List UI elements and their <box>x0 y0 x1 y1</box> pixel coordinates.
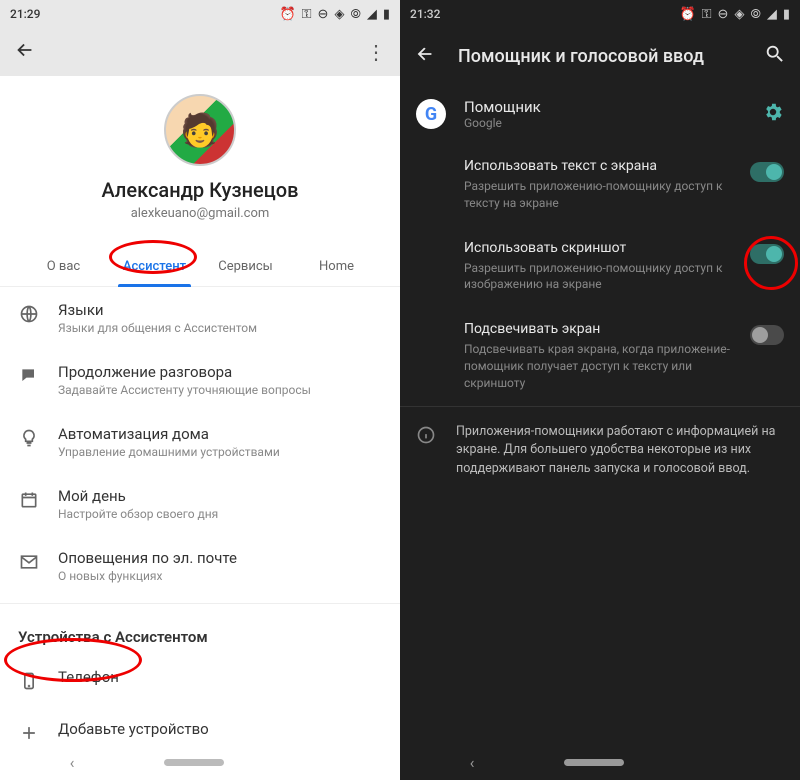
status-bar: 21:29 ⏰ ⚿ ⊖ ◈ ⦾ ◢ ▮ <box>0 0 400 28</box>
back-button[interactable] <box>14 39 36 65</box>
item-email-notifications[interactable]: Оповещения по эл. почте О новых функциях <box>0 535 400 597</box>
clock: 21:32 <box>410 7 440 21</box>
setting-title: Подсвечивать экран <box>464 321 738 337</box>
nav-home-pill[interactable] <box>164 759 224 766</box>
nav-bar: ‹ <box>400 744 800 780</box>
google-logo-icon: G <box>416 99 446 129</box>
avatar[interactable]: 🧑 <box>164 94 236 166</box>
setting-use-screenshot[interactable]: Использовать скриншот Разрешить приложен… <box>400 226 800 308</box>
search-button[interactable] <box>764 43 786 69</box>
wifi-icon: ◈ <box>334 7 344 22</box>
item-sub: Управление домашними устройствами <box>58 445 382 459</box>
setting-sub: Подсвечивать края экрана, когда приложен… <box>464 341 738 391</box>
setting-highlight-screen[interactable]: Подсвечивать экран Подсвечивать края экр… <box>400 307 800 405</box>
setting-sub: Разрешить приложению-помощнику доступ к … <box>464 260 738 294</box>
assistant-app-item[interactable]: G Помощник Google <box>400 84 800 144</box>
item-title: Оповещения по эл. почте <box>58 549 382 567</box>
status-icons: ⏰ ⚿ ⊖ ◈ ⦾ ◢ ▮ <box>679 7 790 22</box>
status-bar: 21:32 ⏰ ⚿ ⊖ ◈ ⦾ ◢ ▮ <box>400 0 800 28</box>
back-button[interactable] <box>414 43 436 69</box>
device-title: Телефон <box>58 668 382 686</box>
nav-back[interactable]: ‹ <box>470 753 475 772</box>
setting-sub: Разрешить приложению-помощнику доступ к … <box>464 178 738 212</box>
profile-name: Александр Кузнецов <box>101 178 298 202</box>
bulb-icon <box>18 427 40 449</box>
item-sub: Задавайте Ассистенту уточняющие вопросы <box>58 383 382 397</box>
item-my-day[interactable]: Мой день Настройте обзор своего дня <box>0 473 400 535</box>
wifi-icon: ◈ <box>734 7 744 22</box>
chat-icon <box>18 365 40 387</box>
battery-icon: ▮ <box>783 7 790 22</box>
globe-icon <box>18 303 40 325</box>
clock: 21:29 <box>10 7 40 21</box>
assistant-sub: Google <box>464 116 744 130</box>
tab-assistant[interactable]: Ассистент <box>109 247 200 286</box>
signal-icon: ◢ <box>767 7 777 22</box>
nav-home-pill[interactable] <box>564 759 624 766</box>
nav-back[interactable]: ‹ <box>70 753 75 772</box>
divider <box>0 603 400 604</box>
signal-icon: ◢ <box>367 7 377 22</box>
tab-about[interactable]: О вас <box>18 247 109 286</box>
plus-icon <box>18 722 40 744</box>
phone-icon <box>18 670 40 692</box>
add-device-title: Добавьте устройство <box>58 720 382 738</box>
item-sub: Настройте обзор своего дня <box>58 507 382 521</box>
item-sub: О новых функциях <box>58 569 382 583</box>
status-icons: ⏰ ⚿ ⊖ ◈ ⦾ ◢ ▮ <box>279 7 390 22</box>
key-icon: ⚿ <box>702 7 712 22</box>
nav-bar: ‹ <box>0 744 400 780</box>
dnd-icon: ⊖ <box>718 7 729 22</box>
item-title: Языки <box>58 301 382 319</box>
alarm-icon: ⏰ <box>679 7 695 22</box>
alarm-icon: ⏰ <box>279 7 295 22</box>
left-phone: 21:29 ⏰ ⚿ ⊖ ◈ ⦾ ◢ ▮ ⋮ 🧑 Александр Кузнец… <box>0 0 400 780</box>
battery-icon: ▮ <box>383 7 390 22</box>
dnd-icon: ⊖ <box>318 7 329 22</box>
profile-email: alexkeuano@gmail.com <box>131 206 270 221</box>
info-note: Приложения-помощники работают с информац… <box>400 407 800 495</box>
setting-title: Использовать скриншот <box>464 240 738 256</box>
item-sub: Языки для общения с Ассистентом <box>58 321 382 335</box>
hotspot-icon: ⦾ <box>350 7 360 22</box>
item-conversation[interactable]: Продолжение разговора Задавайте Ассистент… <box>0 349 400 411</box>
settings-list: G Помощник Google Использовать текст с э… <box>400 84 800 744</box>
settings-list: Языки Языки для общения с Ассистентом Про… <box>0 287 400 744</box>
calendar-icon <box>18 489 40 511</box>
profile-section: 🧑 Александр Кузнецов alexkeuano@gmail.co… <box>0 76 400 233</box>
setting-title: Использовать текст с экрана <box>464 158 738 174</box>
toggle-switch[interactable] <box>750 325 784 345</box>
info-icon <box>416 425 438 449</box>
hotspot-icon: ⦾ <box>750 7 760 22</box>
mail-icon <box>18 551 40 573</box>
app-toolbar: ⋮ <box>0 28 400 76</box>
device-phone[interactable]: Телефон <box>0 654 400 706</box>
item-title: Продолжение разговора <box>58 363 382 381</box>
add-device[interactable]: Добавьте устройство <box>0 706 400 744</box>
item-title: Автоматизация дома <box>58 425 382 443</box>
more-button[interactable]: ⋮ <box>366 40 386 64</box>
item-title: Мой день <box>58 487 382 505</box>
item-home-automation[interactable]: Автоматизация дома Управление домашними у… <box>0 411 400 473</box>
devices-section-title: Устройства с Ассистентом <box>0 610 400 654</box>
tab-services[interactable]: Сервисы <box>200 247 291 286</box>
setting-use-screen-text[interactable]: Использовать текст с экрана Разрешить пр… <box>400 144 800 226</box>
item-languages[interactable]: Языки Языки для общения с Ассистентом <box>0 287 400 349</box>
toggle-switch[interactable] <box>750 244 784 264</box>
page-title: Помощник и голосовой ввод <box>458 46 742 67</box>
tab-home[interactable]: Home <box>291 247 382 286</box>
assistant-title: Помощник <box>464 98 744 116</box>
gear-button[interactable] <box>762 101 784 127</box>
right-phone: 21:32 ⏰ ⚿ ⊖ ◈ ⦾ ◢ ▮ Помощник и голосовой… <box>400 0 800 780</box>
toggle-switch[interactable] <box>750 162 784 182</box>
info-text: Приложения-помощники работают с информац… <box>456 423 784 479</box>
tabs: О вас Ассистент Сервисы Home <box>0 247 400 287</box>
key-icon: ⚿ <box>302 7 312 22</box>
app-toolbar: Помощник и голосовой ввод <box>400 28 800 84</box>
